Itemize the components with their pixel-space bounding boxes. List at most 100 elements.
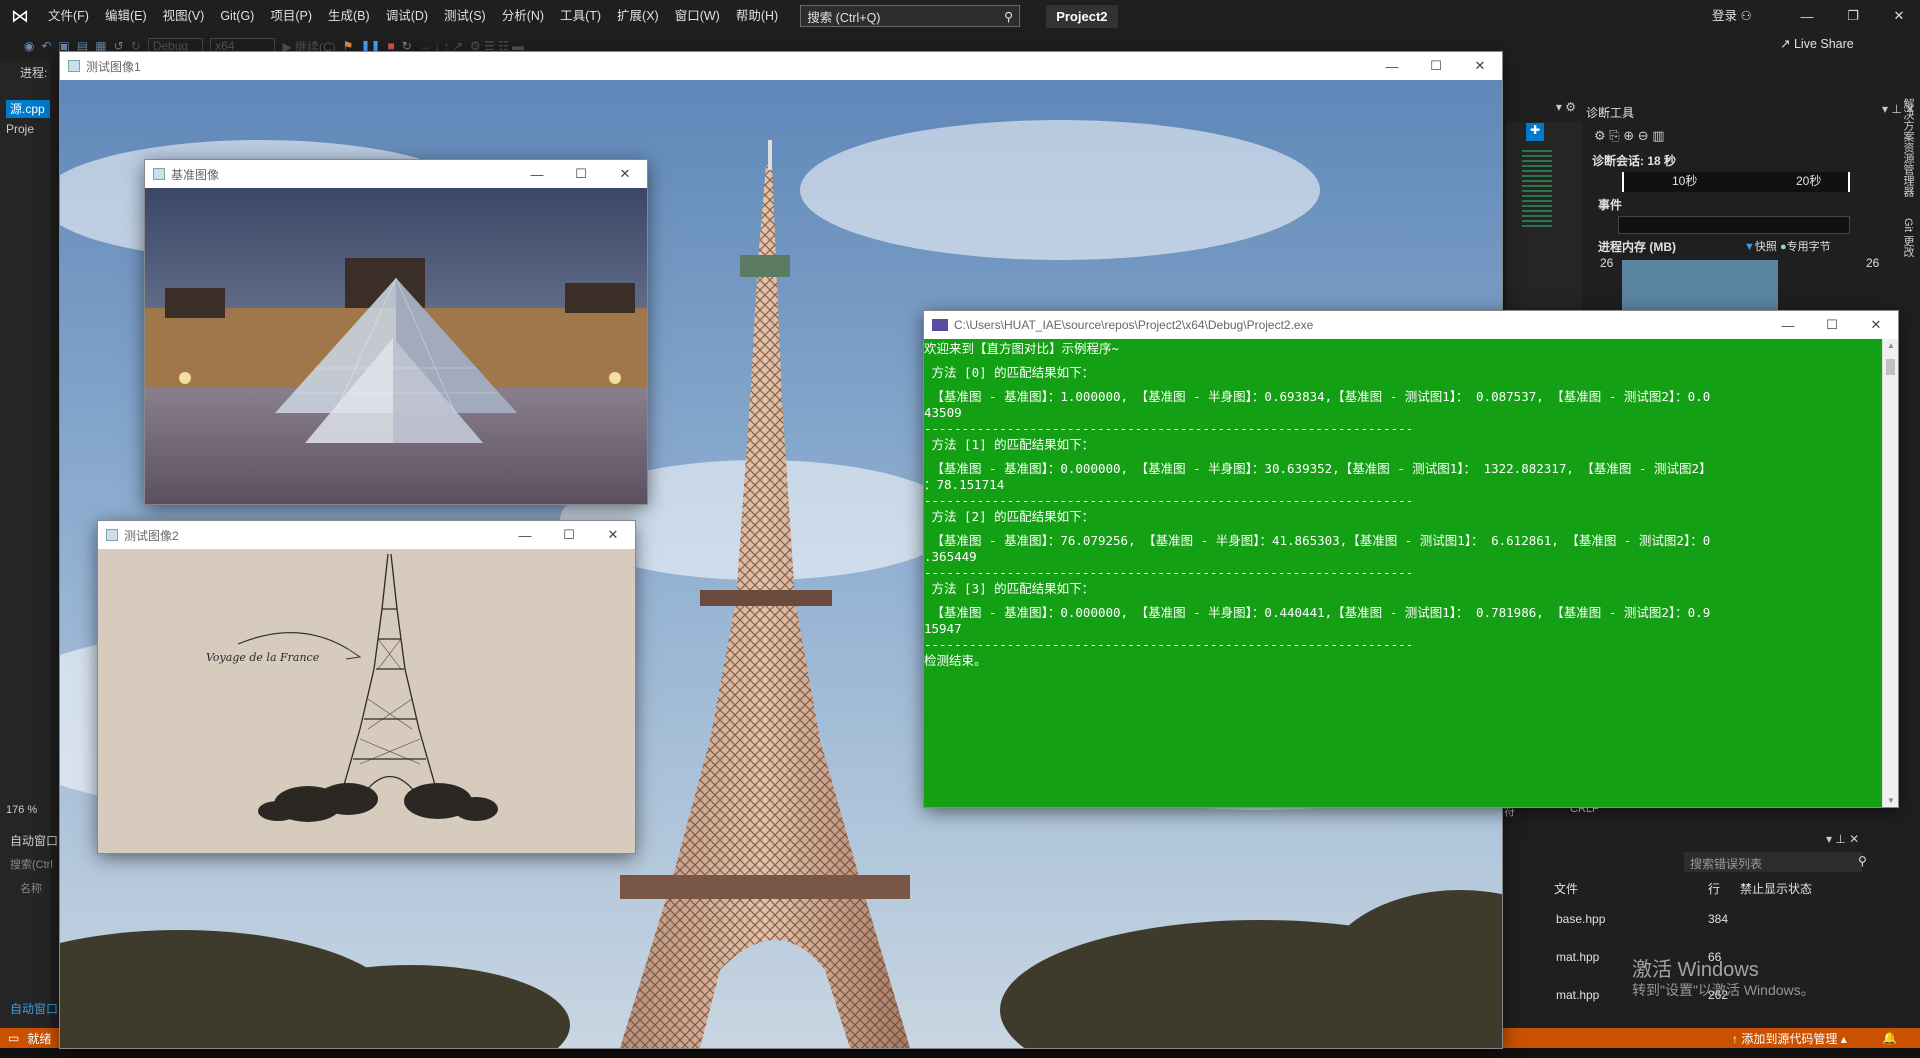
error-row-file[interactable]: mat.hpp [1556,950,1599,964]
window-title: 测试图像2 [124,528,179,543]
window-console[interactable]: C:\Users\HUAT_IAE\source\repos\Project2\… [924,311,1898,807]
add-source-control-button[interactable]: ↑ 添加到源代码管理 ▴ [1732,1030,1847,1047]
error-row-file[interactable]: mat.hpp [1556,988,1599,1002]
menu-tools[interactable]: 工具(T) [552,0,609,32]
minimize-icon[interactable]: — [503,521,547,549]
diag-snapshot-label: 快照 [1754,241,1777,253]
auto-window-tab[interactable]: 自动窗口 [10,1000,58,1017]
minimize-icon[interactable]: — [515,160,559,188]
maximize-icon[interactable]: ☐ [1414,52,1458,80]
restore-button[interactable]: ❐ [1830,0,1876,32]
code-minimap[interactable] [1506,122,1582,312]
menu-build[interactable]: 生成(B) [320,0,378,32]
scroll-down-icon[interactable]: ▼ [1887,796,1895,805]
louvre-photo [145,188,647,504]
error-search-input[interactable]: 搜索错误列表 [1684,852,1862,872]
minimize-icon[interactable]: — [1370,52,1414,80]
menu-debug[interactable]: 调试(D) [378,0,436,32]
close-button[interactable]: ✕ [1876,0,1920,32]
diagnostics-panel: 诊断工具 ▾ ⊥ ✕ ⚙ ⎘ ⊕ ⊖ ▥ 诊断会话: 18 秒 10秒 20秒 … [1582,100,1920,310]
menu-git[interactable]: Git(G) [212,0,262,32]
menu-help[interactable]: 帮助(H) [728,0,786,32]
side-tab-solution-explorer[interactable]: 解决方案资源管理器 [1894,98,1916,197]
misc-icons[interactable]: ⚙ ☰ ☷ ▬ [470,39,524,53]
menu-project[interactable]: 项目(P) [262,0,320,32]
pause-icon[interactable]: ❚❚ [360,39,380,53]
eiffel-drawing: Voyage de la France [98,549,635,853]
window-test-image-2[interactable]: 测试图像2 — ☐ ✕ Voyage de la France [98,521,635,853]
search-input[interactable]: 搜索 (Ctrl+Q) ⚲ [800,5,1021,27]
console-output[interactable]: 欢迎来到【直方图对比】示例程序~ 方法 [0] 的匹配结果如下： 【基准图 - … [924,339,1898,715]
restart-icon[interactable]: ↻ [402,39,412,53]
notification-icon[interactable]: 🔔 [1882,1031,1897,1045]
diag-session: 诊断会话: 18 秒 [1592,154,1677,168]
error-col-line[interactable]: 行 [1708,880,1720,897]
console-line: 方法 [0] 的匹配结果如下： [924,365,1095,380]
tab-source-cpp[interactable]: 源.cpp [6,100,50,118]
error-search-icon[interactable]: ⚲ [1858,854,1867,868]
live-share-button[interactable]: ↗ Live Share [1780,36,1854,51]
maximize-icon[interactable]: ☐ [547,521,591,549]
diag-private-bytes-label: 专用字节 [1786,241,1831,253]
scroll-thumb[interactable] [1886,359,1895,375]
maximize-icon[interactable]: ☐ [1810,311,1854,339]
maximize-icon[interactable]: ☐ [559,160,603,188]
visual-studio-logo-icon[interactable]: ⋈ [0,0,40,32]
diag-memory-graph [1622,260,1778,310]
login-button[interactable]: 登录 ⚇ [1712,0,1752,32]
diag-events[interactable]: 事件 [1598,196,1622,213]
diag-memory[interactable]: 进程内存 (MB) [1598,238,1676,255]
undo2-icon[interactable]: ↺ [114,39,124,53]
search-placeholder: 搜索 (Ctrl+Q) [807,10,881,25]
pin-icon[interactable]: ✚ [1526,123,1544,141]
window-title-bar[interactable]: 基准图像 — ☐ ✕ [145,160,647,188]
error-row-file[interactable]: base.hpp [1556,912,1605,926]
back-icon[interactable]: ◉ [24,39,34,53]
diag-toolbar-icons[interactable]: ⚙ ⎘ ⊕ ⊖ ▥ [1594,128,1665,144]
save-icon[interactable]: ▤ [77,39,88,53]
error-row-line[interactable]: 384 [1708,912,1728,926]
menu-analyze[interactable]: 分析(N) [494,0,552,32]
minimize-button[interactable]: — [1784,0,1830,32]
diag-events-track [1618,216,1850,234]
zoom-level[interactable]: 176 % [6,804,37,816]
console-line: 【基准图 - 基准图】：76.079256, 【基准图 - 半身图】：41.86… [924,533,1711,548]
redo-icon[interactable]: ↻ [131,39,141,53]
window-title-bar[interactable]: 测试图像2 — ☐ ✕ [98,521,635,549]
side-tab-git-changes[interactable]: Git 更改 [1894,218,1916,257]
step-icon[interactable]: → ↓ ↑ ↗ [419,39,463,53]
error-panel-controls-icon[interactable]: ▾ ⊥ ✕ [1826,832,1859,846]
window-base-image[interactable]: 基准图像 — ☐ ✕ [145,160,647,504]
attach-icon[interactable]: ⚑ [343,39,354,53]
diag-tick-20s: 20秒 [1796,174,1822,188]
menu-window[interactable]: 窗口(W) [667,0,728,32]
close-icon[interactable]: ✕ [603,160,647,188]
console-line: 43509 [924,405,962,420]
window-title-bar[interactable]: 测试图像1 — ☐ ✕ [60,52,1502,80]
undo-icon[interactable]: ↶ [41,39,51,53]
console-scrollbar[interactable]: ▲ ▼ [1882,339,1898,807]
menu-extensions[interactable]: 扩展(X) [609,0,667,32]
console-line: 【基准图 - 基准图】：1.000000, 【基准图 - 半身图】：0.6938… [924,389,1711,404]
console-title-bar[interactable]: C:\Users\HUAT_IAE\source\repos\Project2\… [924,311,1898,339]
close-icon[interactable]: ✕ [591,521,635,549]
close-icon[interactable]: ✕ [1458,52,1502,80]
error-col-file[interactable]: 文件 [1554,880,1578,897]
minimize-icon[interactable]: — [1766,311,1810,339]
close-icon[interactable]: ✕ [1854,311,1898,339]
tab-project[interactable]: Proje [6,122,34,136]
project-title: Project2 [1046,4,1118,28]
save-all-icon[interactable]: ▦ [95,39,106,53]
stop-icon[interactable]: ■ [388,39,395,53]
error-col-suppress[interactable]: 禁止显示状态 [1740,880,1812,897]
menu-file[interactable]: 文件(F) [40,0,97,32]
menu-view[interactable]: 视图(V) [155,0,213,32]
menu-edit[interactable]: 编辑(E) [97,0,155,32]
console-title: C:\Users\HUAT_IAE\source\repos\Project2\… [954,318,1314,332]
auto-window-search[interactable]: 搜索(Ctrl [10,856,53,872]
scroll-up-icon[interactable]: ▲ [1887,341,1895,350]
new-project-icon[interactable]: ▣ [59,39,70,53]
menu-test[interactable]: 测试(S) [436,0,494,32]
solution-panel-controls-icon[interactable]: ▾ ⚙ [1506,100,1582,122]
